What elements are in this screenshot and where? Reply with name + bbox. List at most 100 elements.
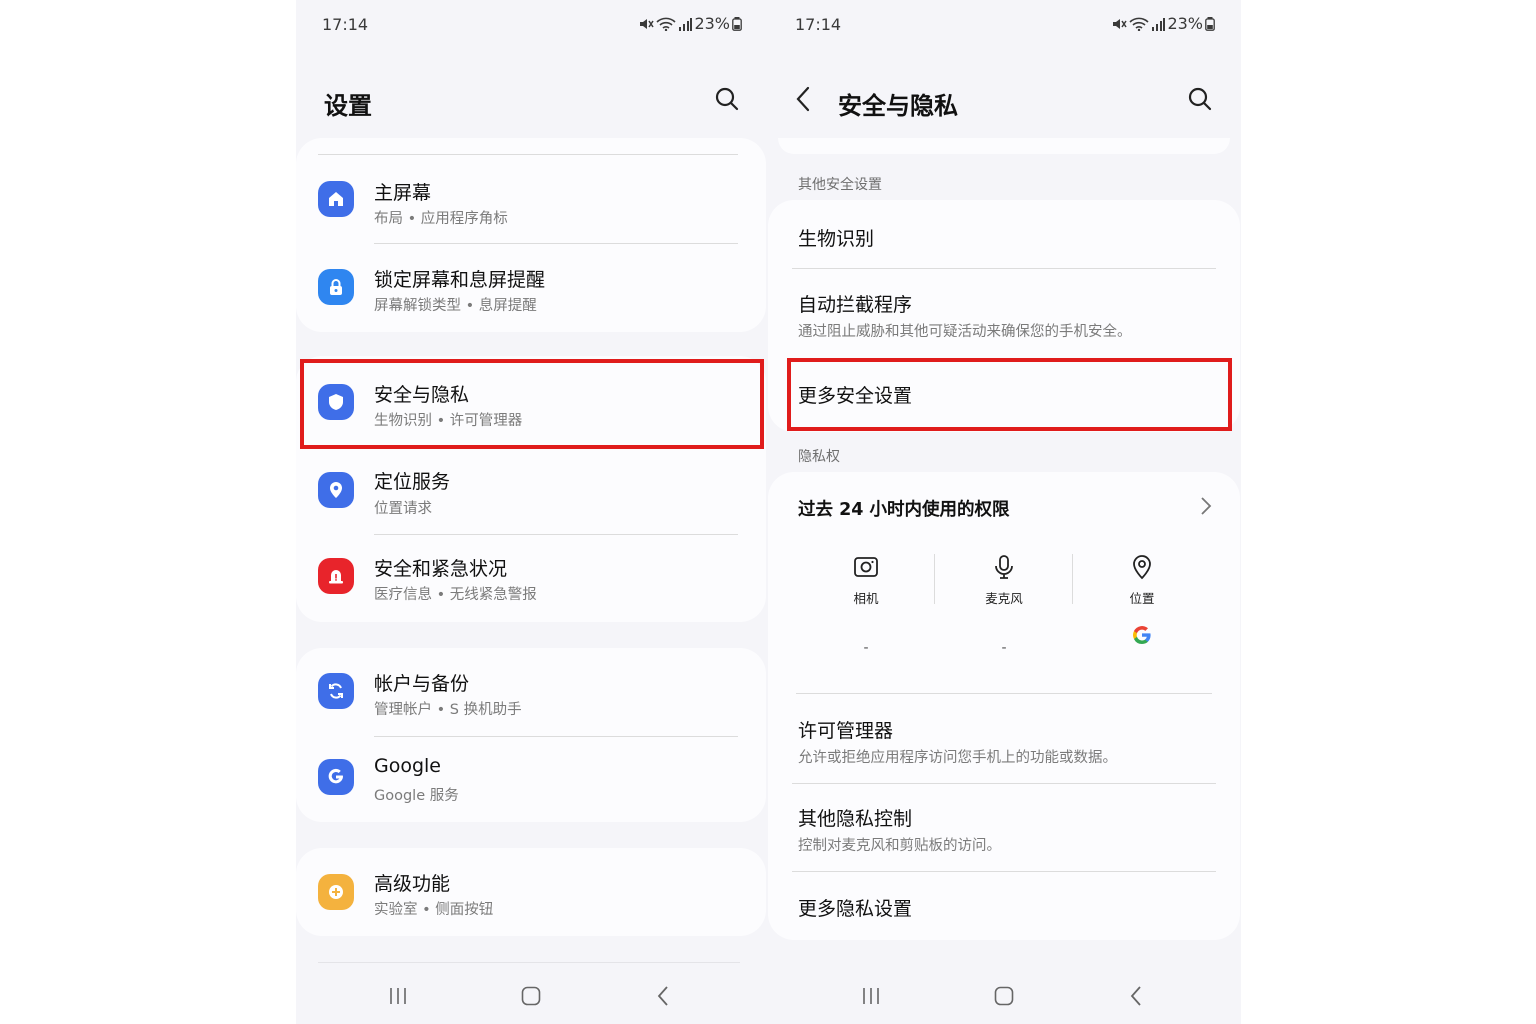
home-square-icon — [521, 986, 541, 1006]
card-edge — [778, 138, 1230, 154]
search-button[interactable] — [714, 86, 742, 114]
item-title: 自动拦截程序 — [798, 294, 913, 316]
recent-apps-button[interactable] — [378, 978, 418, 1014]
divider — [318, 154, 738, 155]
settings-item-accounts-backup[interactable]: 帐户与备份 管理帐户 • S 换机助手 — [296, 648, 766, 736]
chevron-right-icon — [1201, 497, 1212, 515]
other-privacy-controls-item[interactable]: 其他隐私控制 控制对麦克风和剪贴板的访问。 — [768, 784, 1240, 870]
page-title: 安全与隐私 — [838, 92, 958, 120]
item-title: 安全与隐私 — [374, 384, 470, 406]
item-subtitle: 布局 • 应用程序角标 — [374, 211, 508, 227]
wifi-icon — [656, 17, 676, 31]
settings-item-lock-screen[interactable]: 锁定屏幕和息屏提醒 屏幕解锁类型 • 息屏提醒 — [296, 245, 766, 332]
item-subtitle: 医疗信息 • 无线紧急警报 — [374, 587, 537, 603]
perm-label: 麦克风 — [985, 591, 1023, 606]
back-button[interactable] — [794, 84, 820, 116]
security-privacy-screen: 17:14 23% 安全与隐私 其他安全设置 生物识别 自动拦截程序 通过阻止威… — [768, 0, 1241, 1024]
status-bar: 17:14 23% — [296, 0, 768, 48]
back-chevron-icon — [657, 986, 668, 1006]
auto-blocker-item[interactable]: 自动拦截程序 通过阻止威胁和其他可疑活动来确保您的手机安全。 — [768, 269, 1240, 357]
back-chevron-icon — [796, 86, 810, 112]
item-subtitle: 允许或拒绝应用程序访问您手机上的功能或数据。 — [798, 750, 1117, 766]
item-subtitle: Google 服务 — [374, 788, 459, 804]
settings-item-security-privacy[interactable]: 安全与隐私 生物识别 • 许可管理器 — [296, 360, 766, 448]
recent-apps-button[interactable] — [851, 978, 891, 1014]
back-button[interactable] — [643, 978, 683, 1014]
divider — [934, 554, 935, 604]
settings-item-home-screen[interactable]: 主屏幕 布局 • 应用程序角标 — [296, 156, 766, 244]
battery-percent: 23% — [694, 14, 730, 33]
settings-screen: 17:14 23% 设置 主屏幕 布局 • 应用程序角标 锁定屏幕和息屏提醒 屏… — [296, 0, 768, 1024]
signal-icon — [679, 17, 693, 31]
divider — [1072, 554, 1073, 604]
google-g-icon — [1132, 625, 1152, 649]
perm-microphone[interactable]: 麦克风 — [944, 554, 1064, 607]
more-privacy-settings-item[interactable]: 更多隐私设置 — [768, 872, 1240, 940]
battery-percent: 23% — [1167, 14, 1203, 33]
search-icon — [1188, 87, 1212, 111]
mute-icon — [1113, 18, 1128, 29]
item-title: 帐户与备份 — [374, 673, 470, 695]
sync-icon — [318, 673, 354, 709]
item-title: Google — [374, 755, 442, 777]
settings-card-advanced: 高级功能 实验室 • 侧面按钮 — [296, 848, 766, 936]
page-title: 设置 — [324, 92, 372, 120]
perm-value: - — [1001, 640, 1007, 656]
permission-manager-item[interactable]: 许可管理器 允许或拒绝应用程序访问您手机上的功能或数据。 — [768, 694, 1240, 782]
item-subtitle: 通过阻止威胁和其他可疑活动来确保您的手机安全。 — [798, 324, 1132, 340]
status-icons: 23% — [1111, 14, 1215, 33]
home-icon — [318, 181, 354, 217]
status-time: 17:14 — [322, 15, 369, 34]
back-button[interactable] — [1116, 978, 1156, 1014]
item-title: 更多安全设置 — [798, 385, 913, 407]
status-time: 17:14 — [795, 15, 842, 34]
settings-item-emergency[interactable]: 安全和紧急状况 医疗信息 • 无线紧急警报 — [296, 536, 766, 622]
item-title: 生物识别 — [798, 228, 875, 250]
item-title: 高级功能 — [374, 873, 451, 895]
item-subtitle: 管理帐户 • S 换机助手 — [374, 702, 522, 718]
item-title: 锁定屏幕和息屏提醒 — [374, 269, 546, 291]
perm-location[interactable]: 位置 — [1082, 554, 1202, 607]
gear-plus-icon — [318, 874, 354, 910]
camera-icon — [854, 557, 878, 577]
home-button[interactable] — [511, 978, 551, 1014]
home-button[interactable] — [984, 978, 1024, 1014]
settings-card-security: 安全与隐私 生物识别 • 许可管理器 定位服务 位置请求 安全和紧急状况 医疗信… — [296, 356, 766, 622]
biometrics-item[interactable]: 生物识别 — [768, 200, 1240, 268]
settings-item-advanced-features[interactable]: 高级功能 实验室 • 侧面按钮 — [296, 848, 766, 936]
item-title: 过去 24 小时内使用的权限 — [798, 500, 1010, 520]
battery-icon — [1205, 16, 1215, 31]
recent-apps-icon — [863, 988, 879, 1004]
back-chevron-icon — [1130, 986, 1141, 1006]
home-square-icon — [994, 986, 1014, 1006]
status-icons: 23% — [638, 14, 742, 33]
divider — [318, 962, 740, 963]
item-title: 许可管理器 — [798, 720, 894, 742]
wifi-icon — [1129, 17, 1149, 31]
item-title: 安全和紧急状况 — [374, 558, 508, 580]
privacy-card: 过去 24 小时内使用的权限 相机 - 麦克风 - 位置 许可管理器 允许或拒绝… — [768, 472, 1240, 940]
perm-label: 相机 — [853, 591, 879, 606]
emergency-alert-icon — [318, 558, 354, 594]
item-subtitle: 屏幕解锁类型 • 息屏提醒 — [374, 298, 537, 314]
signal-icon — [1152, 17, 1166, 31]
lock-icon — [318, 269, 354, 305]
search-button[interactable] — [1187, 86, 1215, 114]
item-subtitle: 生物识别 • 许可管理器 — [374, 413, 523, 429]
item-title: 定位服务 — [374, 471, 451, 493]
settings-item-location[interactable]: 定位服务 位置请求 — [296, 449, 766, 535]
location-pin-icon — [1133, 555, 1151, 580]
recent-apps-icon — [390, 988, 406, 1004]
item-title: 更多隐私设置 — [798, 898, 913, 920]
perm-camera[interactable]: 相机 — [806, 554, 926, 607]
item-subtitle: 实验室 • 侧面按钮 — [374, 902, 494, 918]
title-bar: 设置 — [296, 72, 768, 128]
navigation-bar — [768, 968, 1241, 1024]
settings-item-google[interactable]: Google Google 服务 — [296, 737, 766, 822]
section-header-other-security: 其他安全设置 — [798, 177, 882, 193]
permissions-24h-item[interactable]: 过去 24 小时内使用的权限 — [768, 472, 1240, 542]
other-security-card: 生物识别 自动拦截程序 通过阻止威胁和其他可疑活动来确保您的手机安全。 更多安全… — [768, 200, 1240, 432]
search-icon — [715, 87, 739, 111]
perm-label: 位置 — [1129, 591, 1155, 606]
more-security-settings-item[interactable]: 更多安全设置 — [768, 360, 1240, 430]
